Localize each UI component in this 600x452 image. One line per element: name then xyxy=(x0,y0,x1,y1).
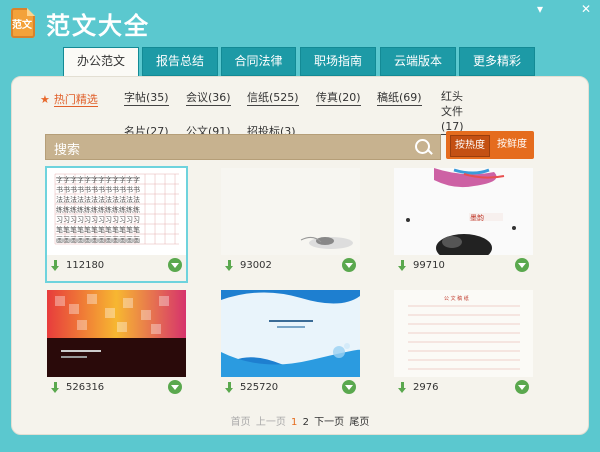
ink-letter-thumbnail xyxy=(221,168,360,255)
download-arrow-icon xyxy=(225,260,234,272)
category-fax[interactable]: 传真(20) xyxy=(316,89,361,106)
download-button[interactable] xyxy=(168,258,182,272)
copybook-thumbnail: 字字字字字字字字字字字字 书书书书书书书书书书书书 法法法法法法法法法法法法 练… xyxy=(47,168,186,255)
svg-text:笔笔笔笔笔笔笔笔笔笔笔笔: 笔笔笔笔笔笔笔笔笔笔笔笔 xyxy=(56,225,140,234)
download-count: 99710 xyxy=(413,260,445,271)
download-button[interactable] xyxy=(342,380,356,394)
svg-text:字字字字字字字字字字字字: 字字字字字字字字字字字字 xyxy=(56,175,140,184)
content-panel: ★ 热门精选 字帖(35) 会议(36) 信纸(525) 传真(20) 稿纸(69… xyxy=(11,76,589,435)
template-card[interactable]: 525720 xyxy=(221,290,360,403)
download-count: 2976 xyxy=(413,382,439,393)
download-arrow-icon xyxy=(398,382,407,394)
template-card[interactable]: 93002 xyxy=(221,168,360,281)
last-page-link[interactable]: 尾页 xyxy=(349,417,369,428)
sort-by-popularity-button[interactable]: 按热度 xyxy=(450,135,490,157)
blue-wave-thumbnail xyxy=(221,290,360,377)
title-bar: 范文 范文大全 ▾ ✕ xyxy=(0,0,600,44)
first-page-link[interactable]: 首页 xyxy=(231,417,251,428)
download-button[interactable] xyxy=(515,258,529,272)
svg-text:墨韵: 墨韵 xyxy=(470,213,484,222)
download-count: 93002 xyxy=(240,260,272,271)
mosaic-thumbnail xyxy=(47,290,186,377)
download-arrow-icon xyxy=(225,382,234,394)
search-bar[interactable]: 搜索 xyxy=(45,134,441,160)
hot-picks-link[interactable]: ★ 热门精选 xyxy=(40,91,98,107)
minimize-button[interactable]: ▾ xyxy=(532,2,548,16)
category-meeting[interactable]: 会议(36) xyxy=(186,89,231,106)
tab-more[interactable]: 更多精彩 xyxy=(459,47,535,76)
download-arrow-icon xyxy=(51,382,60,394)
svg-text:练练练练练练练练练练练练: 练练练练练练练练练练练练 xyxy=(56,205,140,214)
category-manuscript-paper[interactable]: 稿纸(69) xyxy=(377,89,422,106)
download-arrow-icon xyxy=(51,260,60,272)
official-paper-thumbnail: 公 文 稿 纸 xyxy=(394,290,533,377)
svg-text:习习习习习习习习习习习习: 习习习习习习习习习习习习 xyxy=(56,216,140,224)
pagination: 首页 上一页 1 2 下一页 尾页 xyxy=(12,413,588,428)
category-letter-paper[interactable]: 信纸(525) xyxy=(247,89,299,106)
svg-text:画画画画画画画画画画画画: 画画画画画画画画画画画画 xyxy=(56,236,140,244)
download-arrow-icon xyxy=(398,260,407,272)
category-red-header[interactable]: 红头文件(17) xyxy=(441,89,473,135)
tab-contracts[interactable]: 合同法律 xyxy=(221,47,296,76)
tab-reports[interactable]: 报告总结 xyxy=(142,47,218,76)
download-count: 525720 xyxy=(240,382,279,393)
sort-toggle: 按热度 按鲜度 xyxy=(446,131,534,159)
page-2-link[interactable]: 2 xyxy=(303,417,309,428)
category-copybook[interactable]: 字帖(35) xyxy=(124,89,169,106)
download-count: 112180 xyxy=(66,260,105,271)
template-card[interactable]: 公 文 稿 纸 2976 xyxy=(394,290,533,403)
close-button[interactable]: ✕ xyxy=(578,2,594,16)
download-count: 526316 xyxy=(66,382,105,393)
tab-cloud[interactable]: 云端版本 xyxy=(380,47,456,76)
download-button[interactable] xyxy=(342,258,356,272)
next-page-link[interactable]: 下一页 xyxy=(314,417,344,428)
search-icon[interactable] xyxy=(415,139,430,154)
page-1-link[interactable]: 1 xyxy=(291,417,297,428)
sort-by-freshness-button[interactable]: 按鲜度 xyxy=(494,135,530,155)
prev-page-link[interactable]: 上一页 xyxy=(256,417,286,428)
star-icon: ★ xyxy=(40,93,50,106)
template-card[interactable]: 526316 xyxy=(47,290,186,403)
template-card[interactable]: 字字字字字字字字字字字字 书书书书书书书书书书书书 法法法法法法法法法法法法 练… xyxy=(45,166,188,283)
svg-text:书书书书书书书书书书书书: 书书书书书书书书书书书书 xyxy=(56,185,140,194)
tab-career[interactable]: 职场指南 xyxy=(300,47,376,76)
ink-splash-thumbnail: 墨韵 xyxy=(394,168,533,255)
template-card[interactable]: 墨韵 99710 xyxy=(394,168,533,281)
app-logo-icon: 范文 xyxy=(11,8,35,38)
download-button[interactable] xyxy=(168,380,182,394)
svg-text:法法法法法法法法法法法法: 法法法法法法法法法法法法 xyxy=(56,195,140,204)
search-input[interactable]: 搜索 xyxy=(54,139,80,158)
download-button[interactable] xyxy=(515,380,529,394)
card-paper-title: 公 文 稿 纸 xyxy=(444,295,469,302)
app-title: 范文大全 xyxy=(46,12,150,40)
tab-office[interactable]: 办公范文 xyxy=(63,47,139,78)
